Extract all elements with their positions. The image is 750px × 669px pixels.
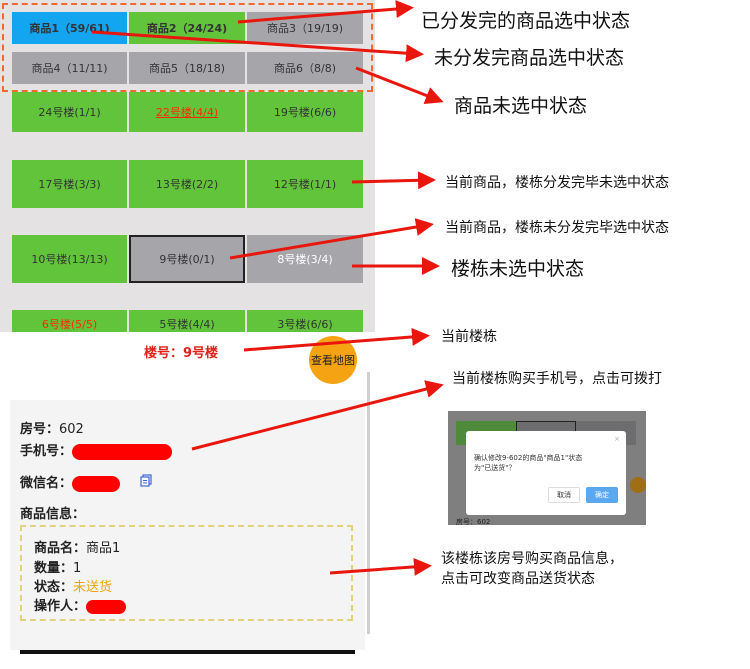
phone-row[interactable]: 手机号： (20, 440, 173, 460)
operator-value-redacted (86, 599, 127, 614)
room-row: 房号：602 (20, 418, 84, 437)
dialog-confirm-button[interactable]: 确定 (586, 487, 618, 503)
wechat-label: 微信名： (20, 476, 73, 491)
dialog-text-2: 为"已送货"？ (474, 464, 516, 472)
preview-map-button (630, 477, 646, 493)
qty-row: 数量：1 (34, 557, 81, 576)
building-cell[interactable]: 8号楼(3/4) (247, 235, 363, 283)
building-cell[interactable]: 17号楼(3/3) (12, 160, 127, 208)
building-cell[interactable]: 13号楼(2/2) (129, 160, 245, 208)
wechat-row: 微信名： (20, 472, 121, 492)
preview-room: 房号：602 (456, 518, 491, 525)
annotation-building-done: 当前商品，楼栋分发完毕未选中状态 (445, 174, 669, 190)
goods-name-row: 商品名：商品1 (34, 537, 120, 556)
confirm-dialog: × 确认修改9-602的商品"商品1"状态 为"已送货"？ 取消 确定 (466, 431, 626, 515)
dialog-text-1: 确认修改9-602的商品"商品1"状态 (474, 454, 583, 462)
wechat-value-redacted (72, 475, 121, 492)
qty-value: 1 (73, 561, 82, 576)
qty-label: 数量： (34, 561, 74, 576)
annotation-building-unselected: 楼栋未选中状态 (451, 259, 585, 280)
building-cell[interactable]: 24号楼(1/1) (12, 92, 127, 132)
goods-info-box[interactable]: 商品名：商品1 数量：1 状态：未送货 操作人： (20, 525, 353, 621)
building-cell[interactable]: 22号楼(4/4) (129, 92, 245, 132)
product-tabs-highlight (2, 3, 373, 92)
operator-label: 操作人： (34, 599, 87, 614)
phone-label: 手机号： (20, 444, 73, 459)
status-value[interactable]: 未送货 (73, 580, 112, 595)
dialog-close-icon[interactable]: × (614, 435, 620, 443)
dialog-cancel-button[interactable]: 取消 (548, 487, 580, 503)
current-building-label: 楼号：9号楼 (144, 346, 219, 361)
building-cell[interactable]: 10号楼(13/13) (12, 235, 127, 283)
phone-value-redacted[interactable] (72, 443, 173, 460)
building-cell[interactable]: 5号楼(4/4) (129, 310, 245, 332)
goods-info-heading: 商品信息： (20, 503, 85, 522)
copy-icon[interactable] (140, 474, 152, 487)
annotation-done-selected: 已分发完的商品选中状态 (421, 11, 631, 32)
annotation-current-building: 当前楼栋 (441, 328, 497, 344)
building-cell[interactable]: 3号楼(6/6) (247, 310, 363, 332)
annotation-unselected: 商品未选中状态 (454, 96, 588, 117)
goods-name-value: 商品1 (86, 541, 121, 556)
room-value: 602 (59, 422, 84, 437)
dialog-preview: × 确认修改9-602的商品"商品1"状态 为"已送货"？ 取消 确定 房号：6… (448, 411, 646, 525)
annotation-phone: 当前楼栋购买手机号，点击可拨打 (452, 370, 662, 386)
operator-row: 操作人： (34, 595, 127, 614)
annotation-goods-line1: 该楼栋该房号购买商品信息， (441, 550, 623, 566)
building-cell[interactable]: 6号楼(5/5) (12, 310, 127, 332)
annotation-goods-line2: 点击可改变商品送货状态 (441, 570, 595, 586)
annotation-undone-selected: 未分发完商品选中状态 (434, 48, 625, 69)
bottom-divider (20, 650, 355, 654)
building-cell[interactable]: 19号楼(6/6) (247, 92, 363, 132)
goods-info-label: 商品信息： (20, 507, 86, 522)
goods-name-label: 商品名： (34, 541, 87, 556)
status-row[interactable]: 状态：未送货 (34, 576, 112, 595)
building-cell-selected[interactable]: 9号楼(0/1) (129, 235, 245, 283)
room-label: 房号： (20, 422, 60, 437)
scrollbar[interactable] (367, 372, 370, 634)
annotation-building-selected: 当前商品，楼栋未分发完毕选中状态 (445, 219, 669, 235)
view-map-button[interactable]: 查看地图 (309, 336, 357, 384)
status-label: 状态： (34, 580, 74, 595)
building-cell[interactable]: 12号楼(1/1) (247, 160, 363, 208)
